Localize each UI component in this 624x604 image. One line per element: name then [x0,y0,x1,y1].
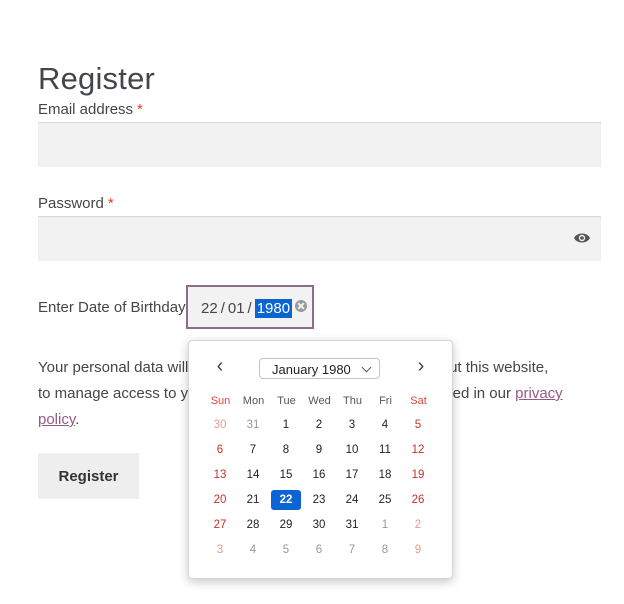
calendar-day[interactable]: 7 [238,440,268,460]
calendar-day[interactable]: 20 [205,490,235,510]
calendar-day[interactable]: 17 [337,465,367,485]
month-select-label: January 1980 [272,362,351,377]
calendar-day[interactable]: 18 [370,465,400,485]
calendar-day[interactable]: 1 [370,515,400,535]
calendar-day[interactable]: 14 [238,465,268,485]
privacy-policy-link[interactable]: privacy [515,385,563,402]
weekday-header: Thu [343,395,362,407]
weekday-header: Tue [277,395,296,407]
calendar-day[interactable]: 9 [304,440,334,460]
page-title: Register [38,60,156,96]
dob-separator: / [247,300,252,317]
calendar-day[interactable]: 27 [205,515,235,535]
calendar-day[interactable]: 5 [271,540,301,560]
dob-separator: / [220,300,225,317]
weekday-header: Sun [210,395,231,407]
privacy-line-2-start: to manage access to yo [38,385,197,402]
calendar-day[interactable]: 1 [271,415,301,435]
calendar-day[interactable]: 9 [403,540,433,560]
register-button[interactable]: Register [38,453,139,499]
email-label-text: Email address [38,101,134,118]
password-field[interactable] [38,216,601,261]
privacy-line-1-start: Your personal data will [38,359,189,376]
calendar-day[interactable]: 26 [403,490,433,510]
calendar-day[interactable]: 23 [304,490,334,510]
calendar-day[interactable]: 6 [205,440,235,460]
calendar-day[interactable]: 25 [370,490,400,510]
calendar-day[interactable]: 12 [403,440,433,460]
password-required-mark: * [107,195,114,212]
calendar-day[interactable]: 2 [403,515,433,535]
eye-icon[interactable] [573,231,591,245]
month-select[interactable]: January 1980 [259,358,380,379]
calendar-day[interactable]: 16 [304,465,334,485]
email-label: Email address * [38,101,143,118]
calendar-day[interactable]: 31 [337,515,367,535]
calendar-day[interactable]: 10 [337,440,367,460]
weekday-header: Fri [379,395,392,407]
calendar-day[interactable]: 8 [370,540,400,560]
calendar-day[interactable]: 3 [337,415,367,435]
dob-label: Enter Date of Birthday [38,299,186,316]
calendar-day[interactable]: 4 [370,415,400,435]
calendar-day[interactable]: 7 [337,540,367,560]
calendar-day[interactable]: 11 [370,440,400,460]
dob-date-input[interactable]: 22/01/1980 [186,285,314,329]
weekday-header: Mon [242,395,265,407]
calendar-day[interactable]: 2 [304,415,334,435]
next-month-button[interactable]: › [413,356,429,376]
email-required-mark: * [137,101,143,118]
calendar-day-selected[interactable]: 22 [271,490,301,510]
calendar-day[interactable]: 30 [205,415,235,435]
date-picker-popup: ‹ January 1980 › Sun Mon Tue Wed Thu Fri Sat 30… [188,340,453,579]
weekday-header: Wed [308,395,331,407]
calendar-day[interactable]: 3 [205,540,235,560]
dob-value[interactable]: 22/01/1980 [201,299,293,318]
calendar-day[interactable]: 28 [238,515,268,535]
clear-icon[interactable] [295,300,307,312]
calendar-day[interactable]: 24 [337,490,367,510]
calendar-day[interactable]: 6 [304,540,334,560]
password-label-text: Password [38,195,104,212]
calendar-day[interactable]: 29 [271,515,301,535]
calendar-day[interactable]: 30 [304,515,334,535]
previous-month-button[interactable]: ‹ [212,356,228,376]
weekday-header: Sat [410,395,427,407]
calendar-day[interactable]: 4 [238,540,268,560]
dob-day[interactable]: 22 [201,300,218,317]
calendar-day[interactable]: 21 [238,490,268,510]
calendar-day[interactable]: 8 [271,440,301,460]
email-field[interactable] [38,122,601,167]
calendar-day[interactable]: 13 [205,465,235,485]
chevron-down-icon [361,362,372,373]
privacy-period: . [75,411,80,428]
calendar-day[interactable]: 31 [238,415,268,435]
calendar-day[interactable]: 5 [403,415,433,435]
privacy-policy-link[interactable]: policy [38,411,75,428]
calendar-day[interactable]: 19 [403,465,433,485]
calendar-day[interactable]: 15 [271,465,301,485]
dob-month[interactable]: 01 [228,300,245,317]
password-label: Password * [38,195,114,212]
dob-year[interactable]: 1980 [254,299,293,318]
